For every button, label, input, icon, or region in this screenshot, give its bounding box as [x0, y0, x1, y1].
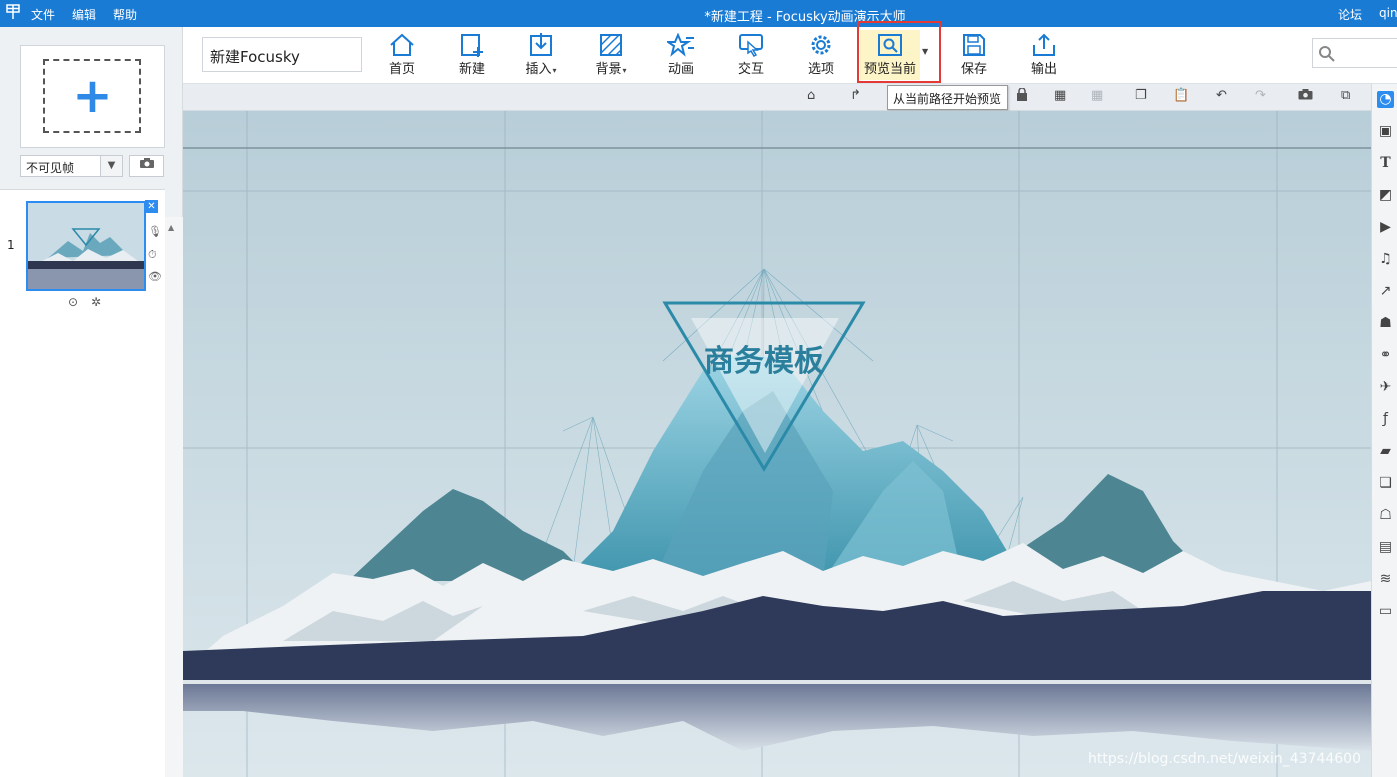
user-name[interactable]: qin: [1379, 6, 1397, 20]
project-name-input[interactable]: 新建Focusky: [202, 37, 362, 72]
frame-type-value: 不可见帧: [26, 161, 75, 175]
timer-icon[interactable]: ⏱: [148, 248, 157, 262]
music-icon[interactable]: ♫: [1377, 251, 1394, 268]
layers-icon[interactable]: ≋: [1377, 571, 1394, 588]
frame-type-select[interactable]: 不可见帧 ▼: [20, 155, 123, 177]
chart-icon[interactable]: ↗: [1377, 283, 1394, 300]
menu-file[interactable]: 文件: [31, 6, 55, 23]
forum-link[interactable]: 论坛: [1338, 6, 1362, 23]
new-label: 新建: [458, 62, 485, 77]
home-label: 首页: [388, 62, 415, 77]
microphone-icon[interactable]: 🎙: [148, 225, 162, 238]
image-icon[interactable]: ▣: [1377, 123, 1394, 140]
interact-icon: [739, 34, 763, 57]
insert-label: 插入: [525, 62, 552, 77]
copy-icon[interactable]: ❐: [1135, 88, 1147, 103]
eye-icon[interactable]: 👁: [148, 270, 162, 283]
interact-button[interactable]: 交互: [721, 30, 781, 80]
export-label: 输出: [1030, 62, 1057, 77]
canvas[interactable]: 商务模板 https://blog.csdn.net/weixin_437446…: [183, 111, 1371, 777]
search-icon: [1319, 46, 1335, 62]
delete-slide-icon[interactable]: ✕: [145, 200, 158, 213]
home-button[interactable]: 首页: [372, 30, 432, 80]
save-icon: [963, 34, 985, 56]
animation-icon: [667, 33, 694, 57]
layout-icon[interactable]: ▤: [1377, 539, 1394, 556]
plane-icon[interactable]: ✈: [1377, 379, 1394, 396]
window-icon[interactable]: ⧉: [1341, 88, 1350, 103]
left-panel: + 不可见帧 ▼ 1 ✕ 🎙 ⏱ 👁 ⊙ ✲ ▲: [0, 27, 183, 777]
watermark: https://blog.csdn.net/weixin_43744600: [1087, 751, 1361, 767]
grid-icon[interactable]: ▦: [1054, 88, 1066, 103]
highlight-annotation: [857, 21, 941, 83]
people-icon[interactable]: ☗: [1377, 315, 1394, 332]
lock-icon[interactable]: [1016, 87, 1028, 105]
text-icon[interactable]: T: [1377, 155, 1394, 172]
export-button[interactable]: 输出: [1014, 30, 1074, 80]
save-button[interactable]: 保存: [944, 30, 1004, 80]
slide-thumbnail[interactable]: [26, 201, 146, 291]
scroll-up-icon[interactable]: ▲: [168, 223, 174, 232]
drive-icon[interactable]: ▭: [1377, 603, 1394, 620]
paste-icon[interactable]: 📋: [1173, 88, 1189, 103]
background-label: 背景: [595, 62, 622, 77]
right-toolstrip: ◔ ▣ T ◩ ▶ ♫ ↗ ☗ ⚭ ✈ ƒ ▰ ❏ ☖ ▤ ≋ ▭: [1371, 84, 1397, 777]
options-label: 选项: [807, 62, 834, 77]
background-button[interactable]: 背景▾: [581, 30, 641, 80]
redo-path-icon[interactable]: ↱: [850, 88, 861, 103]
export-icon: [1033, 33, 1055, 56]
grid-settings-icon[interactable]: ▦: [1091, 88, 1103, 103]
chevron-down-icon: ▾: [622, 66, 627, 75]
home-icon: [390, 33, 414, 56]
settings-icon[interactable]: ✲: [91, 295, 101, 309]
chevron-down-icon: ▾: [552, 66, 557, 75]
main-toolbar: 新建Focusky 首页 新建 插入▾ 背景▾ 动画 交互 选项 预览当前 ▼ …: [183, 27, 1397, 84]
gallery-icon[interactable]: ❏: [1377, 475, 1394, 492]
insert-icon: [530, 33, 552, 56]
link-icon[interactable]: ⚭: [1377, 347, 1394, 364]
sticker-icon[interactable]: ◩: [1377, 187, 1394, 204]
left-scrollbar[interactable]: [165, 217, 183, 777]
search-input[interactable]: [1312, 38, 1397, 68]
slide-title[interactable]: 商务模板: [183, 336, 1345, 380]
play-icon[interactable]: ⊙: [68, 295, 78, 309]
background-icon: [600, 34, 622, 56]
shirt-icon[interactable]: ☖: [1377, 507, 1394, 524]
options-button[interactable]: 选项: [791, 30, 851, 80]
animation-label: 动画: [667, 62, 694, 77]
gear-icon: [811, 35, 831, 55]
save-label: 保存: [960, 62, 987, 77]
new-frame-button[interactable]: 新建: [442, 30, 502, 80]
camera-icon: [139, 158, 154, 168]
camera-button[interactable]: [129, 155, 164, 177]
screenshot-icon[interactable]: [1298, 88, 1313, 104]
preview-tooltip: 从当前路径开始预览: [887, 85, 1008, 110]
add-frame-button[interactable]: +: [20, 45, 165, 148]
insert-button[interactable]: 插入▾: [511, 30, 571, 80]
new-frame-icon: [461, 34, 483, 57]
interact-label: 交互: [737, 62, 764, 77]
canvas-scene: [183, 111, 1371, 777]
menu-edit[interactable]: 编辑: [72, 6, 96, 23]
video-icon[interactable]: ▶: [1377, 219, 1394, 236]
graduation-icon[interactable]: ▰: [1377, 443, 1394, 460]
slide-list: 1 ✕ 🎙 ⏱ 👁 ⊙ ✲: [0, 190, 165, 777]
redo-icon[interactable]: ↷: [1255, 88, 1266, 103]
menu-help[interactable]: 帮助: [113, 6, 137, 23]
chevron-down-icon[interactable]: ▼: [100, 156, 122, 176]
app-logo-icon: [6, 4, 20, 24]
animation-button[interactable]: 动画: [651, 30, 711, 80]
slide-number: 1: [7, 238, 15, 252]
canvas-toolbar: ⌂ ↱ ▦ ▦ ❐ 📋 ↶ ↷ ⧉: [183, 84, 1371, 111]
window-title: *新建工程 - Focusky动画演示大师: [704, 10, 906, 25]
plus-icon: +: [72, 68, 113, 124]
home-view-icon[interactable]: ⌂: [807, 88, 815, 103]
title-bar: 文件 编辑 帮助 *新建工程 - Focusky动画演示大师 论坛 qin: [0, 0, 1397, 27]
flash-icon[interactable]: ƒ: [1377, 411, 1394, 428]
shapes-icon[interactable]: ◔: [1377, 91, 1394, 108]
undo-icon[interactable]: ↶: [1216, 88, 1227, 103]
